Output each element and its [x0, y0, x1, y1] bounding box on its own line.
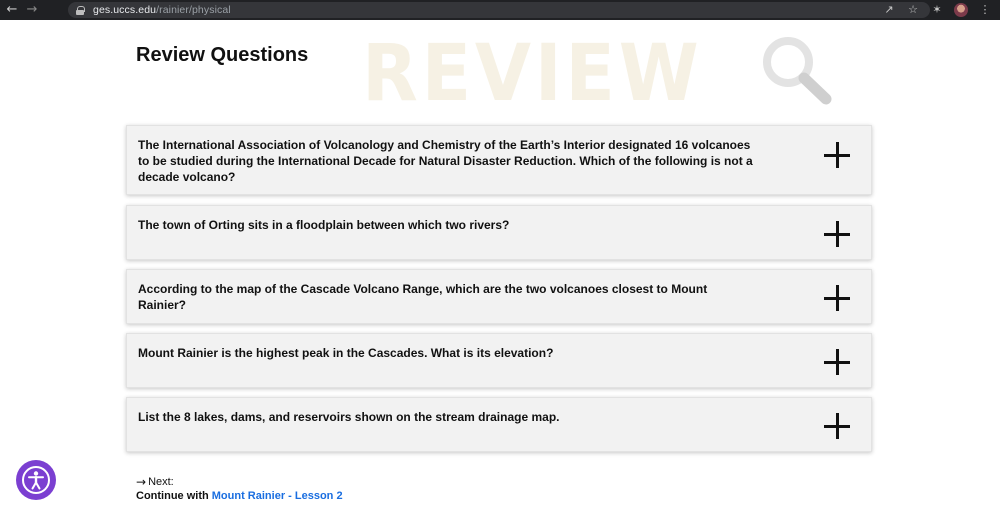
question-text: The town of Orting sits in a floodplain …: [138, 218, 510, 232]
lock-icon[interactable]: [76, 5, 85, 15]
question-text: According to the map of the Cascade Volc…: [138, 282, 708, 312]
question-text: Mount Rainier is the highest peak in the…: [138, 346, 554, 360]
accordion-item-2[interactable]: The town of Orting sits in a floodplain …: [126, 205, 872, 260]
continue-text: Continue with: [136, 490, 212, 502]
plus-icon[interactable]: [824, 221, 850, 247]
forward-arrow-icon[interactable]: →: [24, 2, 40, 18]
profile-avatar[interactable]: [954, 3, 968, 17]
accordion-item-5[interactable]: List the 8 lakes, dams, and reservoirs s…: [126, 397, 872, 452]
more-vert-icon[interactable]: ⋮: [978, 3, 992, 17]
arrow-right-icon: →: [136, 474, 147, 489]
url-host: ges.uccs.edu: [93, 4, 157, 16]
question-text: List the 8 lakes, dams, and reservoirs s…: [138, 410, 560, 424]
accessibility-button[interactable]: [16, 460, 56, 500]
next-lesson-nav: → Next: Continue with Mount Rainier - Le…: [136, 474, 343, 505]
plus-icon[interactable]: [824, 142, 850, 168]
accordion-item-1[interactable]: The International Association of Volcano…: [126, 125, 872, 195]
url-path: /rainier/physical: [156, 4, 231, 16]
accordion-item-4[interactable]: Mount Rainier is the highest peak in the…: [126, 333, 872, 388]
plus-icon[interactable]: [824, 285, 850, 311]
back-arrow-icon[interactable]: ←: [4, 2, 20, 18]
next-label: Next:: [148, 475, 174, 488]
star-icon[interactable]: ☆: [906, 3, 920, 17]
accessibility-icon: [22, 466, 50, 494]
share-icon[interactable]: ↗: [882, 3, 896, 17]
next-lesson-link[interactable]: Mount Rainier - Lesson 2: [212, 490, 343, 502]
extensions-icon[interactable]: ✶: [930, 3, 944, 17]
question-text: The International Association of Volcano…: [138, 138, 753, 184]
address-bar[interactable]: ges.uccs.edu/rainier/physical: [68, 2, 930, 18]
accordion-item-3[interactable]: According to the map of the Cascade Volc…: [126, 269, 872, 324]
url-text[interactable]: ges.uccs.edu/rainier/physical: [93, 4, 231, 16]
magnifier-icon: [763, 37, 832, 105]
page-title: Review Questions: [136, 44, 309, 66]
plus-icon[interactable]: [824, 413, 850, 439]
review-watermark: REVIEW: [362, 29, 703, 119]
plus-icon[interactable]: [824, 349, 850, 375]
browser-toolbar: ← → ges.uccs.edu/rainier/physical ↗ ☆ ✶ …: [0, 0, 1000, 20]
